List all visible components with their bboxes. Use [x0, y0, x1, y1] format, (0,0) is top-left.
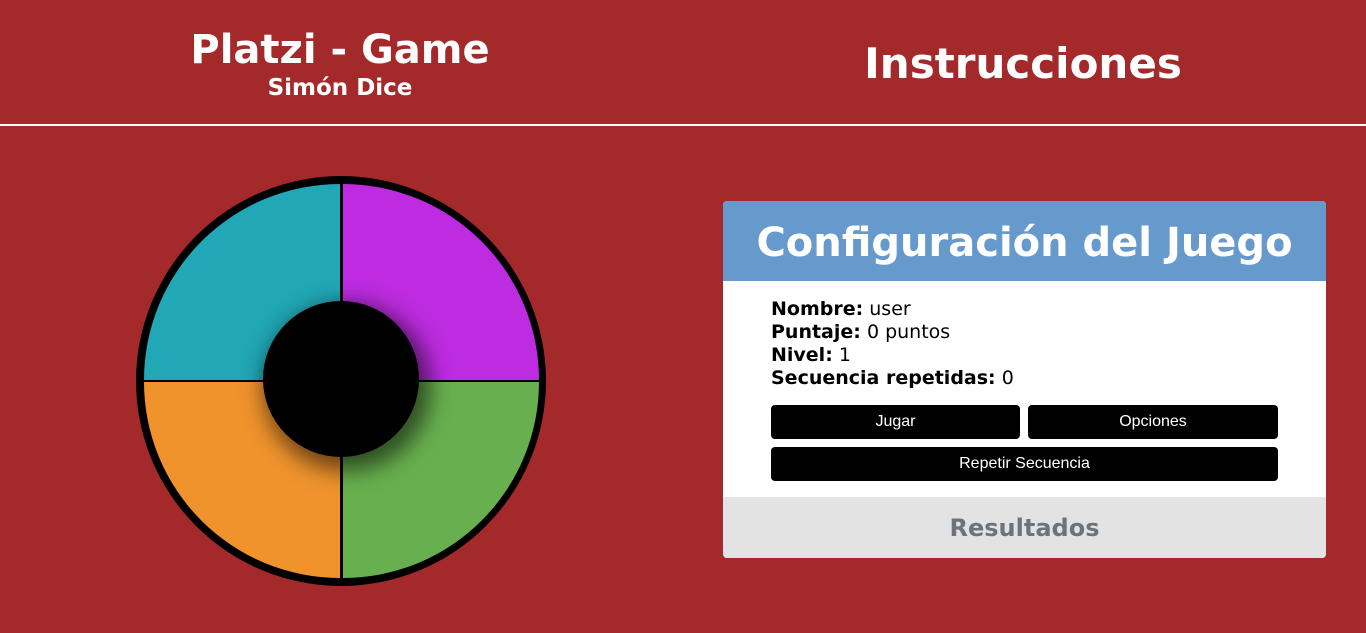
player-info: Nombre: user Puntaje: 0 puntos Nivel: 1 … — [723, 281, 1326, 390]
game-subtitle: Simón Dice — [267, 75, 413, 101]
play-button[interactable]: Jugar — [771, 405, 1020, 439]
player-name-row: Nombre: user — [771, 298, 1326, 321]
score-value: 0 puntos — [866, 321, 951, 343]
level-row: Nivel: 1 — [771, 344, 1326, 367]
score-row: Puntaje: 0 puntos — [771, 321, 1326, 344]
options-button[interactable]: Opciones — [1028, 405, 1278, 439]
sequence-label: Secuencia repetidas: — [771, 367, 996, 389]
results-tab[interactable]: Resultados — [723, 497, 1326, 558]
config-panel: Configuración del Juego Nombre: user Pun… — [723, 201, 1326, 558]
sequence-row: Secuencia repetidas: 0 — [771, 367, 1326, 390]
player-name-value: user — [869, 298, 911, 320]
simon-board — [136, 176, 546, 586]
repeat-sequence-button[interactable]: Repetir Secuencia — [771, 447, 1278, 481]
instructions-link[interactable]: Instrucciones — [800, 38, 1246, 90]
brand: Platzi - Game Simón Dice — [140, 26, 540, 102]
sequence-value: 0 — [1001, 367, 1014, 389]
score-label: Puntaje: — [771, 321, 861, 343]
game-title: Platzi - Game — [190, 27, 490, 73]
board-center — [263, 301, 419, 457]
player-name-label: Nombre: — [771, 298, 864, 320]
top-header: Platzi - Game Simón Dice Instrucciones — [0, 0, 1366, 126]
config-title: Configuración del Juego — [723, 201, 1326, 281]
level-label: Nivel: — [771, 344, 833, 366]
level-value: 1 — [838, 344, 851, 366]
